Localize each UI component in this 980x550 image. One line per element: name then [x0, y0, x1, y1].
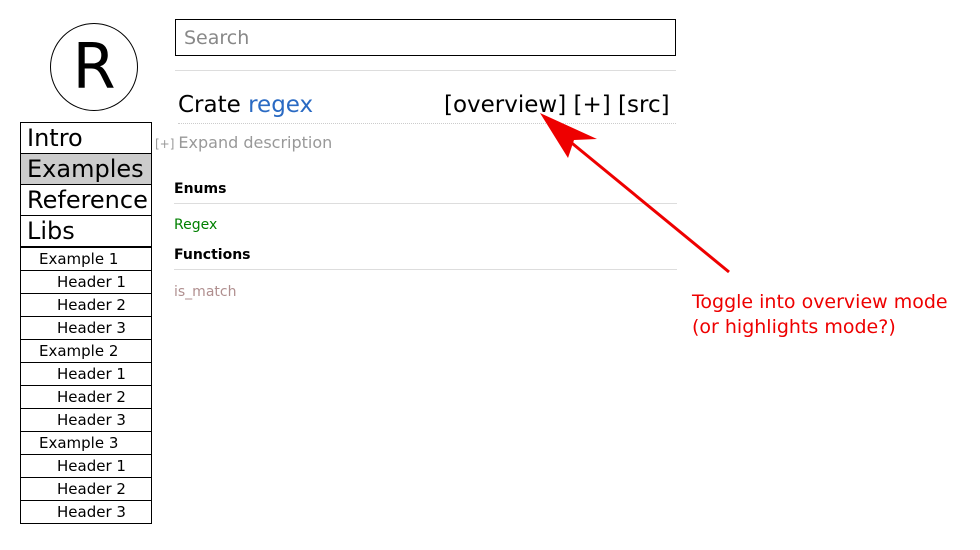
annotation-arrow-line: [561, 133, 730, 274]
annotation-line-1: Toggle into overview mode: [692, 291, 948, 313]
annotation-line-2: (or highlights mode?): [692, 316, 896, 338]
annotation-arrow-icon: [540, 113, 730, 274]
annotation-note: Toggle into overview mode (or highlights…: [692, 290, 948, 340]
annotation-arrow-head: [540, 113, 597, 158]
